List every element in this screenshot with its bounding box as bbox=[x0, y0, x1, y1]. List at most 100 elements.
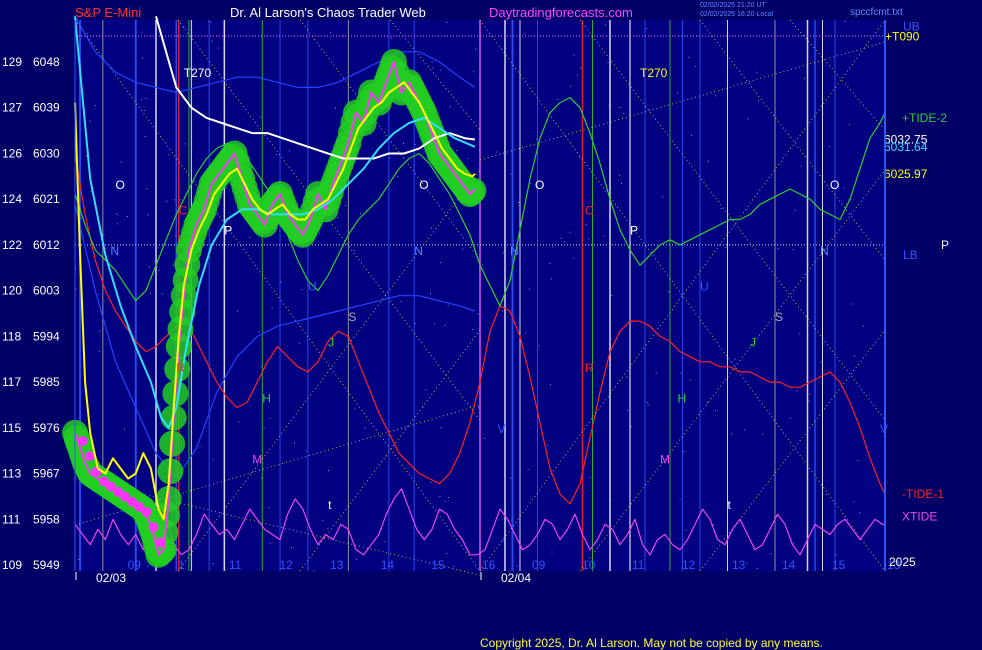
star-dot bbox=[263, 427, 265, 429]
chaos-trader-chart: T270T270OOOONNNNCCPPUUSSJJRRHHVVMMtt 129… bbox=[0, 0, 982, 650]
star-dot bbox=[516, 565, 518, 567]
y-tick-label-right: 5967 bbox=[33, 467, 60, 481]
instrument-title: S&P E-Mini bbox=[75, 5, 141, 20]
star-dot bbox=[744, 429, 746, 431]
star-dot bbox=[853, 501, 855, 503]
star-dot bbox=[425, 389, 427, 391]
y-tick-label-left: 115 bbox=[2, 421, 21, 435]
chart-marker-label: S bbox=[348, 310, 356, 324]
star-dot bbox=[403, 143, 404, 144]
chart-marker-label: R bbox=[585, 361, 594, 375]
x-hour-tick-label: 15 bbox=[431, 558, 445, 572]
chart-marker-label: U bbox=[308, 280, 317, 294]
star-dot bbox=[712, 524, 714, 525]
star-dot bbox=[78, 559, 79, 561]
x-hour-tick-label: 10 bbox=[582, 558, 596, 572]
series-name-label: +T090 bbox=[885, 30, 920, 44]
star-dot bbox=[225, 187, 227, 189]
star-dot bbox=[337, 217, 339, 218]
star-dot bbox=[525, 332, 527, 334]
star-dot bbox=[809, 393, 811, 395]
star-dot bbox=[580, 67, 582, 69]
star-dot bbox=[85, 155, 87, 157]
star-dot bbox=[611, 294, 613, 296]
star-dot bbox=[397, 176, 399, 178]
chart-marker-label: H bbox=[678, 391, 687, 405]
y-tick-label-right: 5958 bbox=[33, 512, 60, 526]
star-dot bbox=[440, 427, 442, 429]
chart-marker-label: S bbox=[775, 310, 783, 324]
star-dot bbox=[327, 528, 329, 530]
star-dot bbox=[481, 264, 483, 266]
star-dot bbox=[621, 183, 622, 184]
star-dot bbox=[524, 33, 526, 35]
star-dot bbox=[431, 227, 432, 229]
star-dot bbox=[569, 231, 571, 233]
star-dot bbox=[446, 552, 448, 554]
star-dot bbox=[799, 333, 801, 335]
star-dot bbox=[603, 235, 605, 237]
chart-marker-label: H bbox=[262, 391, 271, 405]
star-dot bbox=[683, 451, 684, 453]
star-dot bbox=[432, 67, 434, 69]
last-value-label: 6025.97 bbox=[884, 167, 928, 181]
star-dot bbox=[484, 438, 486, 439]
star-dot bbox=[147, 565, 149, 567]
star-dot bbox=[793, 542, 795, 544]
star-dot bbox=[560, 237, 562, 239]
star-dot bbox=[645, 28, 647, 30]
star-dot bbox=[808, 400, 810, 402]
star-dot bbox=[414, 143, 416, 145]
star-dot bbox=[627, 409, 629, 411]
star-dot bbox=[86, 32, 88, 34]
star-dot bbox=[715, 95, 717, 97]
star-dot bbox=[384, 541, 386, 543]
star-dot bbox=[124, 428, 126, 430]
star-dot bbox=[510, 477, 512, 479]
star-dot bbox=[305, 450, 307, 452]
y-tick-label-left: 117 bbox=[2, 375, 21, 389]
star-dot bbox=[725, 247, 727, 249]
star-dot bbox=[389, 157, 391, 159]
star-dot bbox=[539, 345, 540, 347]
star-dot bbox=[385, 455, 387, 457]
star-dot bbox=[364, 427, 366, 429]
star-dot bbox=[258, 331, 260, 333]
star-dot bbox=[212, 458, 214, 460]
star-dot bbox=[116, 223, 118, 225]
star-dot bbox=[319, 232, 321, 234]
star-dot bbox=[271, 307, 273, 309]
star-dot bbox=[313, 570, 315, 572]
price-low-dot bbox=[84, 451, 95, 462]
star-dot bbox=[449, 106, 451, 108]
star-dot bbox=[150, 292, 151, 294]
star-dot bbox=[390, 37, 392, 39]
star-dot bbox=[467, 158, 469, 160]
star-dot bbox=[853, 355, 855, 357]
chart-title: Dr. Al Larson's Chaos Trader Web bbox=[230, 5, 426, 20]
star-dot bbox=[291, 547, 292, 548]
star-dot bbox=[477, 313, 479, 315]
star-dot bbox=[747, 118, 749, 120]
star-dot bbox=[862, 325, 864, 327]
star-dot bbox=[146, 188, 148, 190]
x-hour-tick-label: 15 bbox=[832, 558, 846, 572]
y-tick-label-right: 6012 bbox=[33, 238, 60, 252]
site-link[interactable]: Daytradingforecasts.com bbox=[489, 5, 633, 20]
y-tick-label-right: 5976 bbox=[33, 421, 60, 435]
star-dot bbox=[746, 562, 748, 564]
star-dot bbox=[647, 404, 649, 406]
star-dot bbox=[794, 209, 796, 211]
star-dot bbox=[269, 418, 271, 420]
star-dot bbox=[557, 99, 559, 100]
x-hour-tick-label: 11 bbox=[632, 558, 645, 572]
star-dot bbox=[472, 329, 474, 330]
star-dot bbox=[668, 291, 670, 293]
star-dot bbox=[502, 252, 504, 254]
star-dot bbox=[354, 367, 356, 369]
x-date-label: 02/04 bbox=[501, 571, 531, 585]
star-dot bbox=[217, 47, 219, 49]
star-dot bbox=[835, 554, 837, 556]
chart-marker-label: M bbox=[252, 452, 262, 466]
chart-marker-label: O bbox=[419, 178, 428, 192]
